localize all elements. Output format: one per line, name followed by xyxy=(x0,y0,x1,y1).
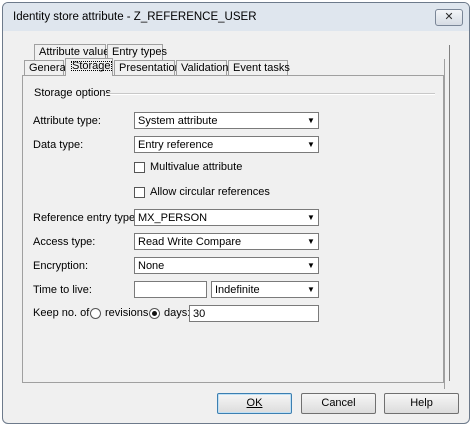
ok-button[interactable]: OK xyxy=(217,393,292,414)
time-to-live-unit-value: Indefinite xyxy=(215,284,260,296)
chevron-down-icon[interactable]: ▼ xyxy=(304,234,318,249)
access-type-value: Read Write Compare xyxy=(138,236,242,248)
chevron-down-icon[interactable]: ▼ xyxy=(304,210,318,225)
keep-label: Keep no. of xyxy=(33,307,90,319)
encryption-value: None xyxy=(138,260,165,272)
time-to-live-unit-select[interactable]: Indefinite ▼ xyxy=(211,281,319,298)
days-label: days: xyxy=(164,307,191,319)
attribute-type-label: Attribute type: xyxy=(33,115,101,127)
tab-event-tasks[interactable]: Event tasks xyxy=(228,60,290,76)
multivalue-label: Multivalue attribute xyxy=(150,161,243,173)
time-to-live-label: Time to live: xyxy=(33,284,92,296)
tab-storage-label: Storage xyxy=(70,60,112,72)
multivalue-checkbox[interactable] xyxy=(134,162,145,173)
tab-entry-types[interactable]: Entry types xyxy=(107,44,167,60)
cancel-button[interactable]: Cancel xyxy=(301,393,376,414)
ok-button-label: OK xyxy=(246,397,263,409)
help-button-label: Help xyxy=(410,397,433,409)
reference-entry-type-label: Reference entry type: xyxy=(33,212,139,224)
chevron-down-icon[interactable]: ▼ xyxy=(304,282,318,297)
time-to-live-input[interactable] xyxy=(134,281,207,298)
revisions-label: revisions xyxy=(105,307,149,319)
revisions-radio[interactable] xyxy=(90,308,101,319)
close-icon[interactable]: ✕ xyxy=(435,9,463,26)
data-type-value: Entry reference xyxy=(138,139,214,151)
circular-references-label: Allow circular references xyxy=(150,186,270,198)
days-radio[interactable] xyxy=(149,308,160,319)
attribute-type-select[interactable]: System attribute ▼ xyxy=(134,112,319,129)
access-type-label: Access type: xyxy=(33,236,96,248)
data-type-select[interactable]: Entry reference ▼ xyxy=(134,136,319,153)
help-button[interactable]: Help xyxy=(384,393,459,414)
cancel-button-label: Cancel xyxy=(321,397,356,409)
tab-general[interactable]: General xyxy=(24,60,68,76)
encryption-label: Encryption: xyxy=(33,260,89,272)
circular-references-checkbox[interactable] xyxy=(134,187,145,198)
chevron-down-icon[interactable]: ▼ xyxy=(304,137,318,152)
tab-validation[interactable]: Validation xyxy=(176,60,229,76)
encryption-select[interactable]: None ▼ xyxy=(134,257,319,274)
days-input[interactable]: 30 xyxy=(189,305,319,322)
chevron-down-icon[interactable]: ▼ xyxy=(304,258,318,273)
reference-entry-type-value: MX_PERSON xyxy=(138,212,208,224)
window-title: Identity store attribute - Z_REFERENCE_U… xyxy=(13,11,257,23)
title-bar[interactable]: Identity store attribute - Z_REFERENCE_U… xyxy=(3,3,469,31)
tab-border-right-outer xyxy=(449,45,450,381)
access-type-select[interactable]: Read Write Compare ▼ xyxy=(134,233,319,250)
attribute-type-value: System attribute xyxy=(138,115,218,127)
data-type-label: Data type: xyxy=(33,139,84,151)
days-value: 30 xyxy=(193,308,206,320)
tab-presentation[interactable]: Presentation xyxy=(114,60,181,76)
group-divider xyxy=(105,93,435,95)
dialog-window: Identity store attribute - Z_REFERENCE_U… xyxy=(2,2,470,424)
tab-border-right xyxy=(444,59,445,389)
storage-panel: Storage options Attribute type: System a… xyxy=(22,75,444,383)
storage-options-label: Storage options xyxy=(34,87,112,99)
chevron-down-icon[interactable]: ▼ xyxy=(304,113,318,128)
tab-storage[interactable]: Storage xyxy=(65,58,113,76)
reference-entry-type-select[interactable]: MX_PERSON ▼ xyxy=(134,209,319,226)
